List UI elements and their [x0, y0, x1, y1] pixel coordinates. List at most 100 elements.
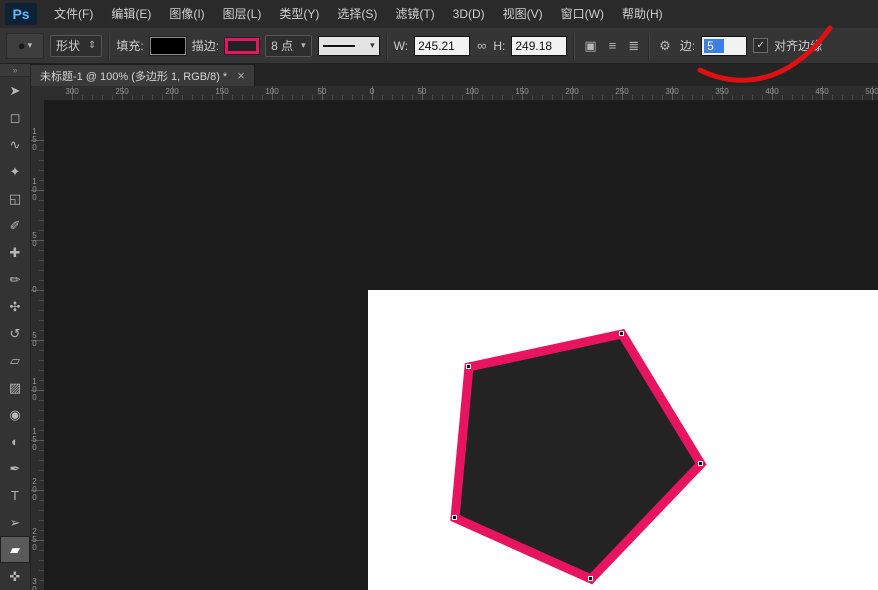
close-icon[interactable]: ×: [237, 69, 245, 82]
ruler-label: 100: [265, 87, 278, 96]
chevron-down-icon: ▾: [301, 40, 306, 51]
ruler-label: 0: [370, 87, 374, 96]
sides-value-selected: 5: [704, 39, 724, 53]
menu-item[interactable]: 图像(I): [160, 0, 213, 28]
stroke-style-select[interactable]: ▾: [318, 36, 380, 56]
document-tab-title: 未标题-1 @ 100% (多边形 1, RGB/8) *: [40, 68, 227, 84]
lasso-tool[interactable]: ∿: [0, 131, 30, 158]
fill-label: 填充:: [116, 37, 143, 54]
path-selection-tool[interactable]: ➢: [0, 509, 30, 536]
ruler-label: 250: [115, 87, 128, 96]
menu-item[interactable]: 帮助(H): [613, 0, 672, 28]
spinner-icon: ⇕: [88, 40, 96, 51]
menu-item[interactable]: 图层(L): [214, 0, 271, 28]
ruler-label: 50: [418, 87, 427, 96]
gradient-tool[interactable]: ▨: [0, 374, 30, 401]
menu-item[interactable]: 编辑(E): [102, 0, 160, 28]
blur-tool[interactable]: ◉: [0, 401, 30, 428]
chevron-down-icon: ▾: [370, 40, 375, 51]
ruler-label: 50: [32, 332, 37, 348]
marquee-tool[interactable]: ◻: [0, 104, 30, 131]
ruler-label: 350: [715, 87, 728, 96]
anchor-point[interactable]: [619, 331, 624, 336]
divider: [108, 33, 110, 59]
horizontal-ruler[interactable]: 3002502001501005005010015020025030035040…: [44, 86, 878, 101]
height-input[interactable]: [511, 36, 567, 56]
ruler-label: 150: [515, 87, 528, 96]
ruler-label: 0: [32, 286, 37, 294]
sides-label: 边:: [680, 37, 695, 54]
pen-tool[interactable]: ✒: [0, 455, 30, 482]
gear-icon[interactable]: ⚙: [656, 38, 674, 54]
menu-bar: Ps 文件(F)编辑(E)图像(I)图层(L)类型(Y)选择(S)滤镜(T)3D…: [0, 0, 878, 29]
anchor-point[interactable]: [588, 576, 593, 581]
brush-tool[interactable]: ✏: [0, 266, 30, 293]
dodge-tool[interactable]: ◐: [0, 428, 30, 455]
vertical-ruler[interactable]: 20015010050050100150200250300: [30, 100, 45, 590]
menu-item[interactable]: 滤镜(T): [386, 0, 443, 28]
quick-selection-tool[interactable]: ✦: [0, 158, 30, 185]
toolbar-collapse-button[interactable]: »: [0, 64, 30, 77]
shape-tool[interactable]: ▰: [0, 536, 30, 563]
anchor-point[interactable]: [698, 461, 703, 466]
ruler-label: 300: [65, 87, 78, 96]
clone-stamp-tool[interactable]: ✣: [0, 293, 30, 320]
ruler-label: 150: [32, 428, 37, 452]
anchor-point[interactable]: [452, 515, 457, 520]
ruler-label: 300: [32, 578, 37, 590]
path-alignment-icon[interactable]: ≡: [606, 38, 620, 53]
divider: [573, 33, 575, 59]
tool-preset-button[interactable]: ● ▾: [6, 33, 44, 59]
divider: [386, 33, 388, 59]
ruler-label: 400: [765, 87, 778, 96]
eraser-tool[interactable]: ▱: [0, 347, 30, 374]
align-edges-checkbox[interactable]: ✓: [753, 38, 768, 53]
eyedropper-tool[interactable]: ✐: [0, 212, 30, 239]
width-input[interactable]: [414, 36, 470, 56]
move-tool[interactable]: ➤: [0, 77, 30, 104]
ruler-label: 200: [32, 478, 37, 502]
stroke-label: 描边:: [192, 37, 219, 54]
ruler-corner: [30, 86, 45, 101]
ruler-label: 300: [665, 87, 678, 96]
path-operations-icon[interactable]: ▣: [581, 38, 599, 54]
shape-layer: [44, 100, 878, 590]
menu-list: 文件(F)编辑(E)图像(I)图层(L)类型(Y)选择(S)滤镜(T)3D(D)…: [45, 0, 672, 28]
ruler-label: 100: [32, 378, 37, 402]
type-tool[interactable]: T: [0, 482, 30, 509]
tools-panel: » ➤◻∿✦◱✐✚✏✣↺▱▨◉◐✒T➢▰✜: [0, 64, 31, 590]
stroke-swatch[interactable]: [225, 38, 259, 54]
ruler-label: 200: [32, 100, 37, 102]
polygon-shape[interactable]: [455, 334, 701, 579]
link-icon[interactable]: ∞: [476, 38, 487, 53]
healing-brush-tool[interactable]: ✚: [0, 239, 30, 266]
menu-item[interactable]: 类型(Y): [270, 0, 328, 28]
chevron-down-icon: ▾: [28, 40, 33, 51]
stroke-size-select[interactable]: 8 点 ▾: [265, 35, 312, 57]
fill-swatch[interactable]: [150, 37, 186, 55]
ruler-label: 250: [615, 87, 628, 96]
path-arrange-icon[interactable]: ≣: [625, 38, 642, 54]
menu-item[interactable]: 文件(F): [45, 0, 102, 28]
menu-item[interactable]: 视图(V): [494, 0, 552, 28]
ruler-label: 150: [32, 128, 37, 152]
check-icon: ✓: [756, 41, 764, 51]
tool-mode-select[interactable]: 形状 ⇕: [50, 35, 102, 57]
sides-input[interactable]: 5: [701, 36, 747, 56]
canvas-viewport[interactable]: [44, 100, 878, 590]
options-bar: ● ▾ 形状 ⇕ 填充: 描边: 8 点 ▾ ▾ W: ∞ H: ▣ ≡ ≣ ⚙…: [0, 28, 878, 64]
divider: [648, 33, 650, 59]
history-brush-tool[interactable]: ↺: [0, 320, 30, 347]
hand-tool[interactable]: ✜: [0, 563, 30, 590]
tool-list: ➤◻∿✦◱✐✚✏✣↺▱▨◉◐✒T➢▰✜: [0, 77, 30, 590]
menu-item[interactable]: 选择(S): [328, 0, 386, 28]
ruler-label: 100: [32, 178, 37, 202]
anchor-point[interactable]: [466, 364, 471, 369]
document-tab[interactable]: 未标题-1 @ 100% (多边形 1, RGB/8) * ×: [30, 64, 255, 86]
ruler-label: 250: [32, 528, 37, 552]
stroke-size-value: 8 点: [271, 37, 293, 54]
width-label: W:: [394, 39, 408, 53]
menu-item[interactable]: 3D(D): [444, 0, 494, 28]
crop-tool[interactable]: ◱: [0, 185, 30, 212]
menu-item[interactable]: 窗口(W): [552, 0, 613, 28]
